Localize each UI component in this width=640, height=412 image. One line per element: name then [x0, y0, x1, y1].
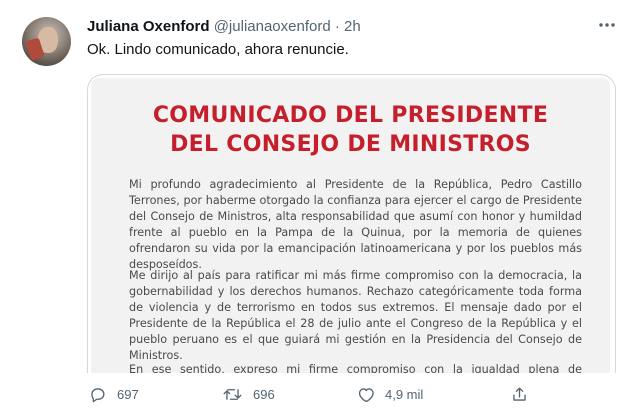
author-handle[interactable]: @julianaoxenford: [214, 18, 331, 35]
share-icon: [510, 385, 529, 404]
avatar[interactable]: [22, 17, 71, 66]
retweet-button[interactable]: 696: [222, 385, 275, 404]
reply-button[interactable]: 697: [88, 385, 139, 404]
heart-icon: [356, 385, 375, 404]
retweet-icon: [222, 385, 243, 404]
tweet-header: Juliana Oxenford @julianaoxenford · 2h: [87, 18, 361, 35]
tweet-actions: 697 696 4,9 mil: [0, 385, 640, 407]
author-name[interactable]: Juliana Oxenford: [87, 18, 210, 35]
tweet-text: Ok. Lindo comunicado, ahora renuncie.: [87, 41, 349, 58]
more-horizontal-icon[interactable]: [596, 14, 618, 36]
like-button[interactable]: 4,9 mil: [356, 385, 423, 404]
reply-icon: [88, 385, 107, 404]
document-title-line2: DEL CONSEJO DE MINISTROS: [170, 132, 531, 157]
document-paragraph: En ese sentido, expreso mi firme comprom…: [129, 363, 582, 373]
tweet-media[interactable]: COMUNICADO DEL PRESIDENTE DEL CONSEJO DE…: [87, 74, 616, 373]
communique-document: COMUNICADO DEL PRESIDENTE DEL CONSEJO DE…: [91, 78, 610, 373]
document-title-line1: COMUNICADO DEL PRESIDENTE: [152, 103, 549, 128]
document-paragraph: Me dirijo al país para ratificar mi más …: [129, 269, 582, 362]
tweet-time[interactable]: 2h: [344, 18, 361, 35]
tweet: Juliana Oxenford @julianaoxenford · 2h O…: [0, 0, 640, 412]
reply-count: 697: [117, 387, 139, 402]
separator-dot: ·: [334, 18, 340, 35]
share-button[interactable]: [510, 385, 529, 404]
like-count: 4,9 mil: [385, 387, 424, 402]
retweet-count: 696: [253, 387, 275, 402]
document-paragraph: Mi profundo agradecimiento al Presidente…: [129, 178, 582, 271]
